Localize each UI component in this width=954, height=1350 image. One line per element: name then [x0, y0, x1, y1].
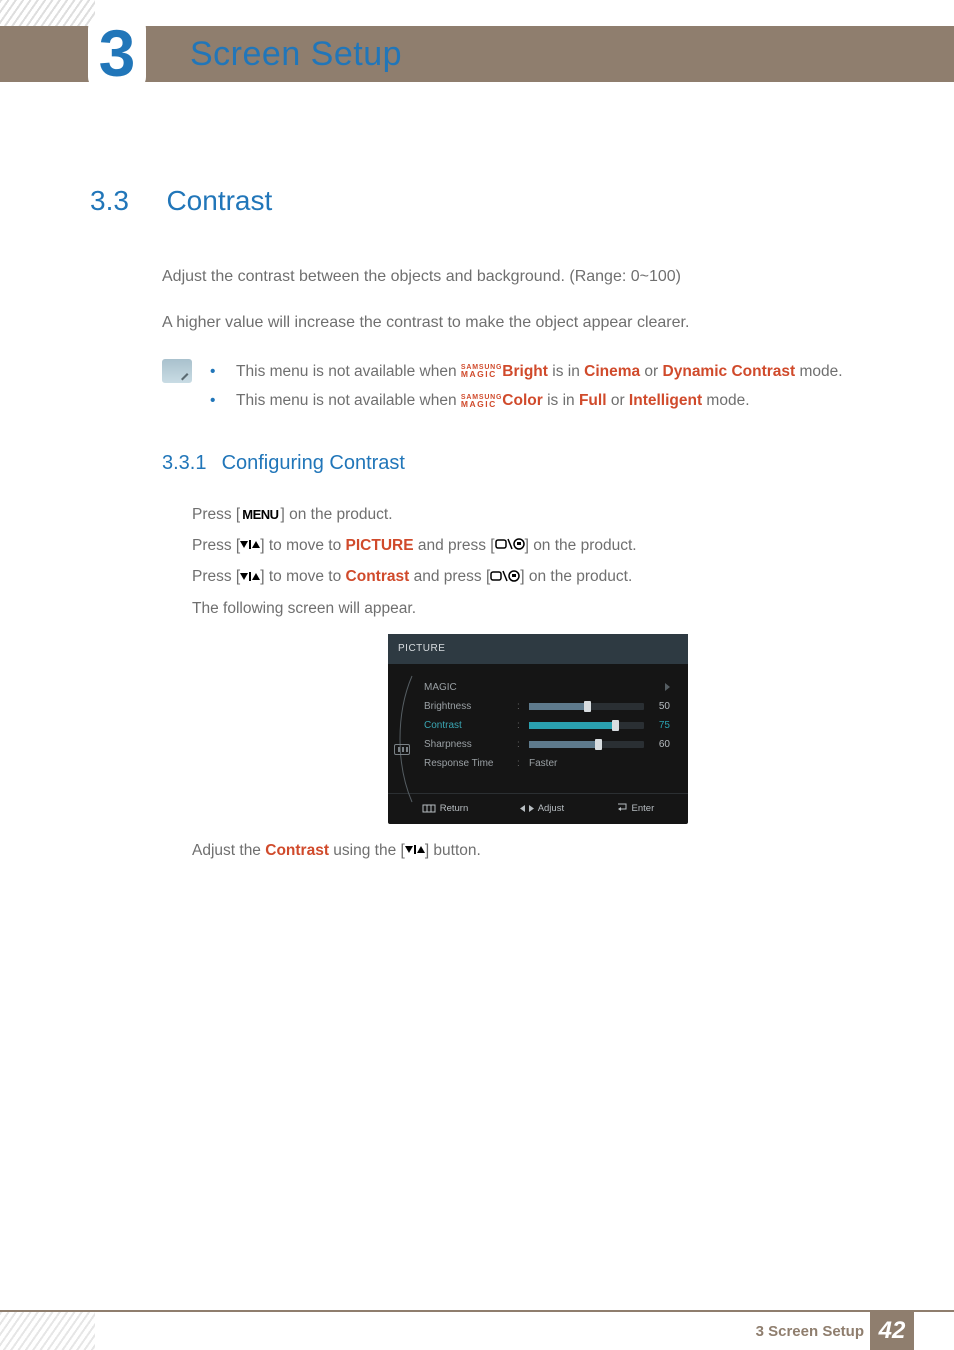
- subsection-title: Configuring Contrast: [222, 452, 405, 474]
- osd-row-magic: [517, 678, 670, 697]
- osd-bar-contrast: [529, 722, 644, 729]
- intro-text: Adjust the contrast between the objects …: [162, 265, 884, 335]
- subsection-heading: 3.3.1 Configuring Contrast: [162, 452, 884, 475]
- samsung-magic-label: SAMSUNGMAGIC: [461, 395, 502, 408]
- intro-p2: A higher value will increase the contras…: [162, 311, 884, 335]
- return-icon: [422, 804, 436, 813]
- down-up-arrow-icon: [240, 562, 260, 593]
- note-icon: [162, 359, 192, 383]
- osd-footer-enter: Enter: [616, 799, 655, 818]
- osd-footer-adjust: Adjust: [520, 799, 564, 818]
- steps: Press [MENU] on the product. Press [] to…: [192, 499, 884, 824]
- chapter-number: 3: [99, 20, 136, 86]
- osd-side-icon: [394, 744, 410, 755]
- adjust-icon: [520, 804, 534, 813]
- chevron-right-icon: [665, 683, 670, 691]
- note-item-1: This menu is not available when SAMSUNGM…: [210, 357, 843, 386]
- osd-row-sharpness: : 60: [517, 735, 670, 754]
- step-3: Press [] to move to Contrast and press […: [192, 561, 884, 592]
- osd-item-sharpness: Sharpness: [424, 735, 509, 754]
- intro-p1: Adjust the contrast between the objects …: [162, 265, 884, 289]
- osd-values: : 50 : 75 : 60 :: [517, 678, 670, 773]
- osd-row-contrast: : 75: [517, 716, 670, 735]
- down-up-arrow-icon: [405, 842, 425, 860]
- menu-button-icon: MENU: [240, 502, 280, 528]
- note-item-2: This menu is not available when SAMSUNGM…: [210, 386, 843, 415]
- down-up-arrow-icon: [240, 530, 260, 561]
- step-4: The following screen will appear.: [192, 593, 884, 624]
- content-area: 3.3 Contrast Adjust the contrast between…: [90, 185, 884, 860]
- section-heading: 3.3 Contrast: [90, 185, 884, 217]
- osd-item-brightness: Brightness: [424, 697, 509, 716]
- osd-preview: PICTURE MAGIC Brightness Contrast Sharpn…: [388, 634, 688, 824]
- footer-bar: 3 Screen Setup 42: [0, 1310, 954, 1350]
- subsection-number: 3.3.1: [162, 452, 216, 475]
- osd-footer: Return Adjust Enter: [388, 793, 688, 818]
- osd-header: PICTURE: [388, 634, 688, 664]
- osd-body: MAGIC Brightness Contrast Sharpness Resp…: [388, 664, 688, 793]
- source-enter-icon: [495, 530, 525, 561]
- osd-row-brightness: : 50: [517, 697, 670, 716]
- osd-labels: MAGIC Brightness Contrast Sharpness Resp…: [424, 678, 509, 773]
- enter-icon: [616, 803, 628, 813]
- samsung-magic-label: SAMSUNGMAGIC: [461, 365, 502, 378]
- source-enter-icon: [490, 562, 520, 593]
- page-number: 42: [870, 1312, 914, 1350]
- step-2: Press [] to move to PICTURE and press []…: [192, 530, 884, 561]
- chapter-title: Screen Setup: [190, 35, 402, 74]
- osd-footer-return: Return: [422, 799, 469, 818]
- osd-item-response: Response Time: [424, 754, 509, 773]
- post-osd-text: Adjust the Contrast using the [] button.: [192, 842, 884, 860]
- chapter-tab: 3: [90, 17, 144, 89]
- section-title: Contrast: [166, 185, 272, 217]
- note-list: This menu is not available when SAMSUNGM…: [210, 357, 843, 416]
- osd-item-magic: MAGIC: [424, 678, 509, 697]
- osd-item-contrast: Contrast: [424, 716, 509, 735]
- note-block: This menu is not available when SAMSUNGM…: [162, 357, 884, 416]
- footer-label: 3 Screen Setup: [756, 1323, 864, 1340]
- osd-row-response: : Faster: [517, 754, 670, 773]
- osd-bar-sharpness: [529, 741, 644, 748]
- step-1: Press [MENU] on the product.: [192, 499, 884, 530]
- osd-bar-brightness: [529, 703, 644, 710]
- footer-hatch: [0, 1312, 95, 1350]
- section-number: 3.3: [90, 185, 162, 217]
- osd-side-curve: [398, 678, 416, 773]
